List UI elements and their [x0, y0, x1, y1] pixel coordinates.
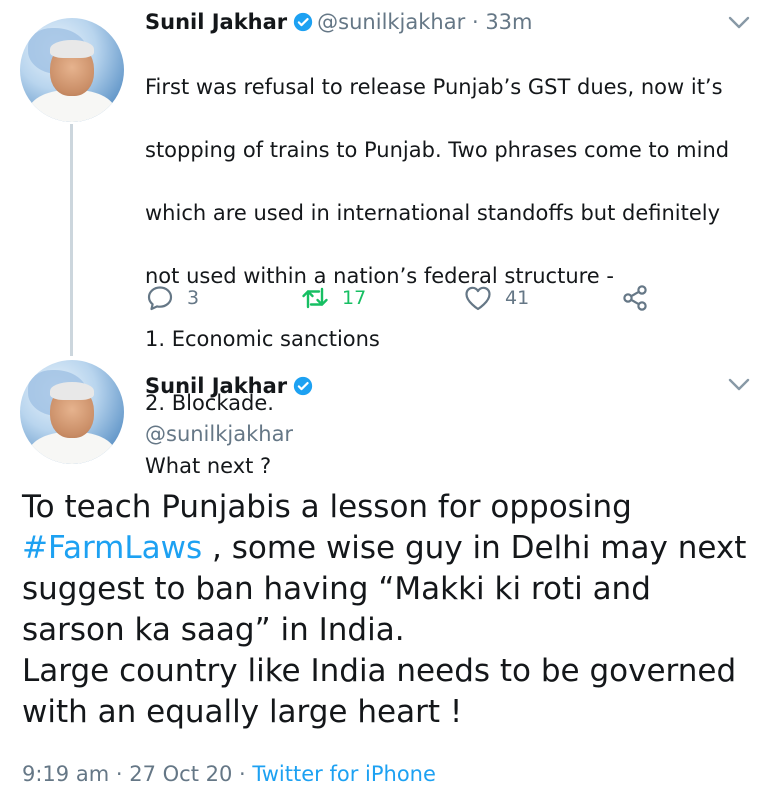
- tweet-text-line: What next ?: [145, 453, 272, 478]
- share-icon: [623, 285, 647, 311]
- like-count: 41: [505, 287, 530, 309]
- tweet-text-line: Large country like India needs to be gov…: [22, 653, 737, 730]
- tweet-first[interactable]: Sunil Jakhar @sunilkjakhar · 33m First wa…: [0, 0, 776, 478]
- verified-badge-icon: [294, 12, 313, 32]
- verified-badge-icon: [294, 376, 313, 396]
- chevron-down-icon[interactable]: [728, 16, 750, 30]
- like-button[interactable]: 41: [463, 282, 529, 314]
- thread-connector-line: [70, 124, 73, 356]
- display-name[interactable]: Sunil Jakhar: [145, 374, 287, 398]
- separator-dot: ·: [115, 762, 123, 786]
- tweet-text-line: 1. Economic sanctions: [145, 327, 380, 352]
- tweet-text-segment: To teach Punjabis a lesson for opposing: [22, 489, 632, 525]
- share-button[interactable]: [620, 282, 650, 314]
- display-name-row: Sunil Jakhar: [145, 372, 317, 400]
- tweet-date[interactable]: 27 Oct 20: [129, 762, 232, 786]
- hashtag-link[interactable]: #FarmLaws: [22, 530, 202, 566]
- retweet-button[interactable]: 17: [300, 282, 366, 314]
- separator-dot: ·: [239, 762, 246, 786]
- display-name[interactable]: Sunil Jakhar: [145, 10, 287, 34]
- reply-icon: [147, 286, 173, 311]
- tweet-text-line: stopping of trains to Punjab. Two phrase…: [145, 137, 730, 162]
- tweet-header: Sunil Jakhar @sunilkjakhar · 33m: [145, 8, 533, 36]
- retweet-icon: [302, 287, 328, 309]
- retweet-count: 17: [342, 287, 367, 309]
- tweet-metadata: 9:19 am · 27 Oct 20 · Twitter for iPhone: [22, 760, 436, 788]
- reply-count: 3: [187, 287, 200, 309]
- heart-icon: [465, 286, 491, 311]
- chevron-down-icon[interactable]: [728, 378, 750, 392]
- tweet-actions: 3 17 41: [145, 282, 665, 314]
- user-handle[interactable]: @sunilkjakhar: [145, 420, 293, 448]
- tweet-text-line: First was refusal to release Punjab’s GS…: [145, 74, 723, 99]
- tweet-time[interactable]: 9:19 am: [22, 762, 109, 786]
- tweet-text: To teach Punjabis a lesson for opposing …: [22, 487, 762, 733]
- tweet-age[interactable]: 33m: [485, 10, 532, 34]
- avatar[interactable]: [20, 360, 124, 464]
- tweet-text-line: which are used in international standoff…: [145, 200, 721, 225]
- tweet-source-link[interactable]: Twitter for iPhone: [252, 762, 436, 786]
- avatar[interactable]: [20, 18, 124, 122]
- reply-button[interactable]: 3: [145, 282, 199, 314]
- user-handle[interactable]: @sunilkjakhar: [317, 10, 465, 34]
- separator-dot: ·: [471, 10, 479, 34]
